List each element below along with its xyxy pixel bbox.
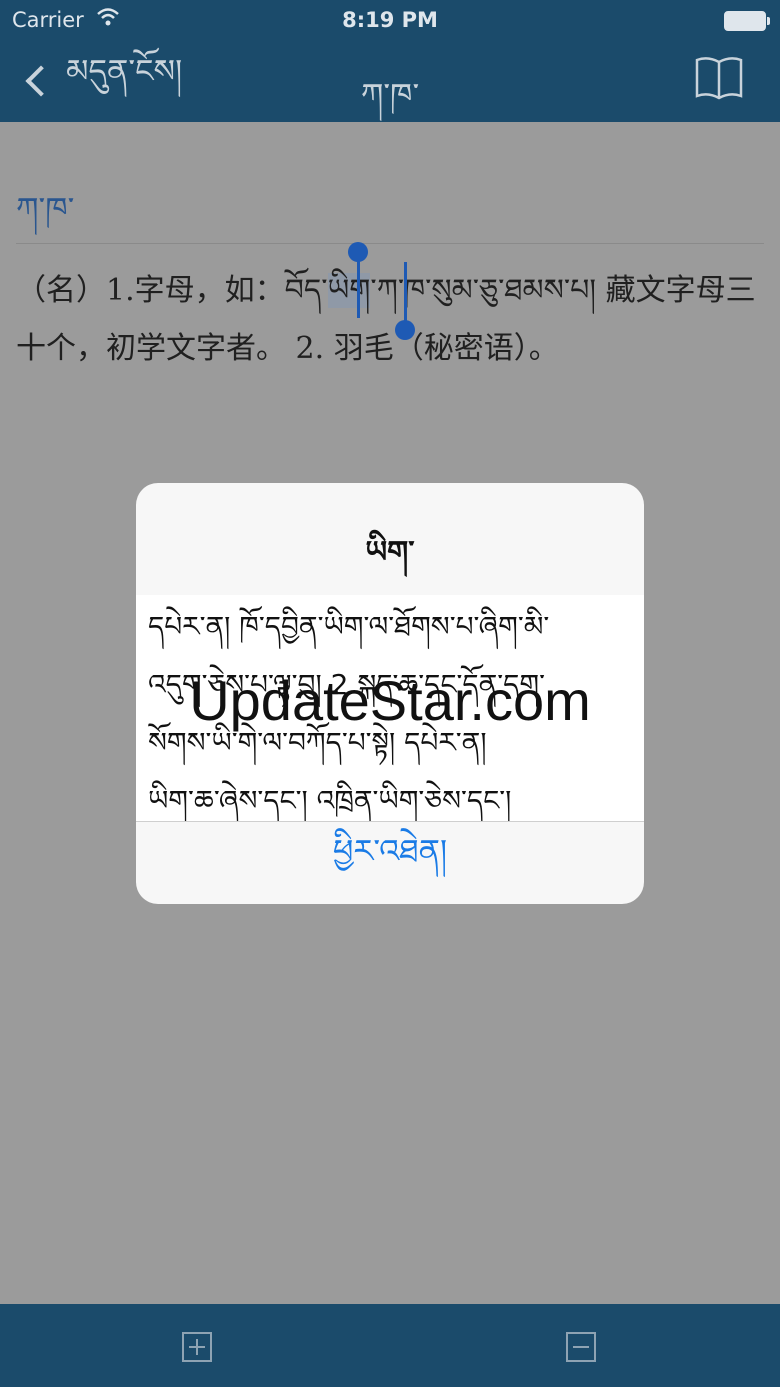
zoom-out-button[interactable] (566, 1332, 596, 1362)
watermark: UpdateStar.com (189, 669, 591, 732)
selection-start-caret (357, 258, 360, 318)
alert-title: ཡིག་ (365, 535, 415, 570)
book-icon[interactable] (694, 54, 744, 100)
close-button[interactable]: ཕྱིར་འཐེན། (136, 822, 644, 904)
definition-part1: （名）1.字母，如： (16, 273, 285, 308)
nav-bar: མདུན་ངོས། ཀ་ཁ་ (0, 40, 780, 122)
definition-text[interactable]: （名）1.字母，如：བོད་ཡིག་ཀ་ཁ་སུམ་ཅུ་ཐམས་པ། 藏文字母… (16, 262, 756, 378)
status-bar: Carrier 8:19 PM (0, 0, 780, 40)
divider (16, 243, 764, 244)
selection-end-handle[interactable] (395, 320, 415, 340)
battery-icon (724, 11, 770, 31)
selected-word[interactable]: ཡིག (327, 273, 371, 308)
selection-end-caret (404, 262, 407, 322)
zoom-in-button[interactable] (182, 1332, 212, 1362)
bottom-toolbar (0, 1304, 780, 1387)
minus-icon (573, 1346, 589, 1348)
clock: 8:19 PM (342, 8, 438, 32)
plus-icon-stroke (196, 1339, 198, 1355)
definition-tibetan-before: བོད་ (284, 273, 328, 308)
headword: ཀ་ཁ་ (16, 190, 75, 228)
navigation-header: Carrier 8:19 PM མདུན་ངོས། ཀ་ཁ་ (0, 0, 780, 122)
alert-line: ཡིག་ཆ་ཞེས་དང་། འཁྲིན་ཡིག་ཅེས་དང་། (148, 784, 512, 817)
